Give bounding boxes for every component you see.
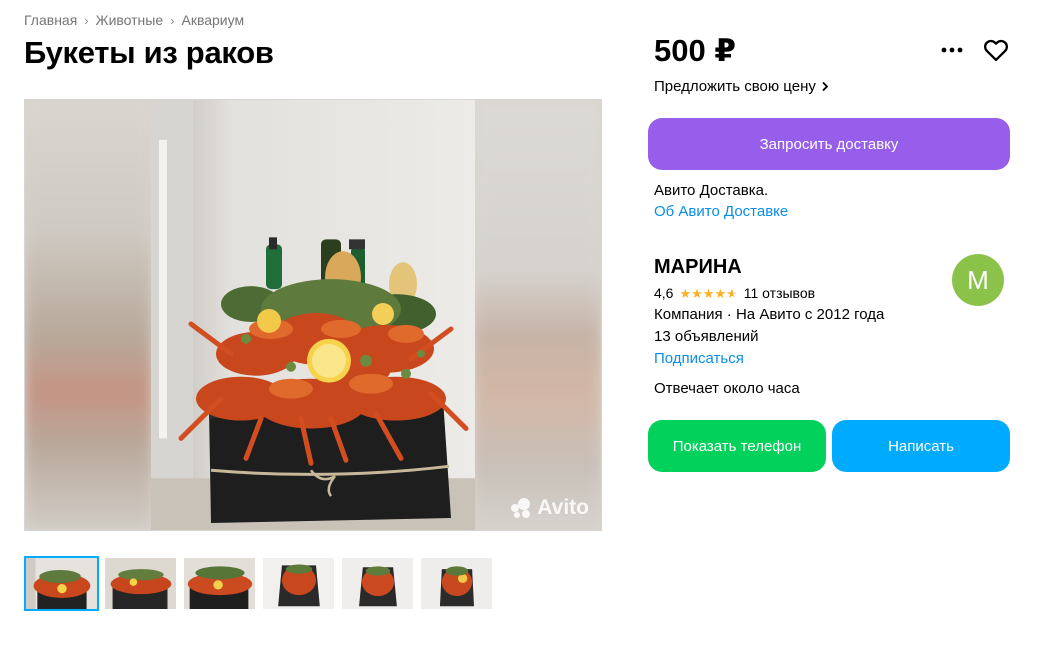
chevron-right-icon: › [170, 12, 175, 28]
thumbnail[interactable] [182, 556, 257, 611]
breadcrumb-item-home[interactable]: Главная [24, 12, 77, 28]
chevron-right-icon: › [84, 12, 89, 28]
star-icon: ★ [691, 285, 703, 301]
photo-blur-right [474, 100, 601, 530]
about-delivery-link[interactable]: Об Авито Доставке [654, 203, 788, 220]
thumbnail-strip [24, 556, 494, 611]
price: 500 ₽ [654, 33, 736, 68]
chevron-right-icon [822, 81, 829, 92]
thumbnail[interactable] [419, 556, 494, 611]
avito-watermark: Avito [509, 496, 589, 520]
reviews-link[interactable]: 11 отзывов [744, 285, 815, 301]
delivery-service-text: Авито Доставка. [654, 182, 769, 199]
show-phone-button[interactable]: Показать телефон [648, 420, 826, 472]
rating-stars: ★ ★ ★ ★ ★ [679, 287, 737, 300]
star-icon: ★ [702, 285, 715, 301]
request-delivery-button[interactable]: Запросить доставку [648, 118, 1010, 170]
subscribe-link[interactable]: Подписаться [654, 350, 744, 367]
breadcrumb-item-aquarium[interactable]: Аквариум [181, 12, 244, 28]
seller-name[interactable]: МАРИНА [654, 256, 742, 279]
thumbnail[interactable] [103, 556, 178, 611]
half-star-icon: ★ [726, 285, 738, 301]
rating-value: 4,6 [654, 285, 674, 301]
thumbnail[interactable] [340, 556, 415, 611]
avatar[interactable]: М [952, 254, 1004, 306]
favorite-button[interactable] [982, 36, 1010, 64]
photo-blur-left [25, 100, 152, 530]
avito-logo-icon [511, 498, 531, 518]
star-icon: ★ [714, 285, 727, 301]
more-dots-icon [941, 47, 963, 53]
star-icon: ★ [679, 285, 692, 301]
breadcrumb-item-animals[interactable]: Животные [96, 12, 164, 28]
offer-price-link[interactable]: Предложить свою цену [654, 78, 829, 95]
write-message-button[interactable]: Написать [832, 420, 1010, 472]
seller-info: Компания · На Авито с 2012 года [654, 306, 885, 323]
response-time: Отвечает около часа [654, 380, 800, 397]
page-title: Букеты из раков [24, 35, 274, 70]
seller-rating: 4,6 ★ ★ ★ ★ ★ 11 отзывов [654, 285, 815, 301]
thumbnail[interactable] [24, 556, 99, 611]
heart-icon [983, 39, 1009, 62]
crayfish-bouquet-photo [151, 100, 475, 530]
more-button[interactable] [938, 36, 966, 64]
offer-price-label: Предложить свою цену [654, 78, 816, 95]
main-photo-gallery[interactable]: Avito [24, 99, 602, 531]
seller-ads-count[interactable]: 13 объявлений [654, 328, 759, 345]
thumbnail[interactable] [261, 556, 336, 611]
watermark-text: Avito [537, 496, 589, 519]
breadcrumb: Главная › Животные › Аквариум [24, 12, 244, 28]
